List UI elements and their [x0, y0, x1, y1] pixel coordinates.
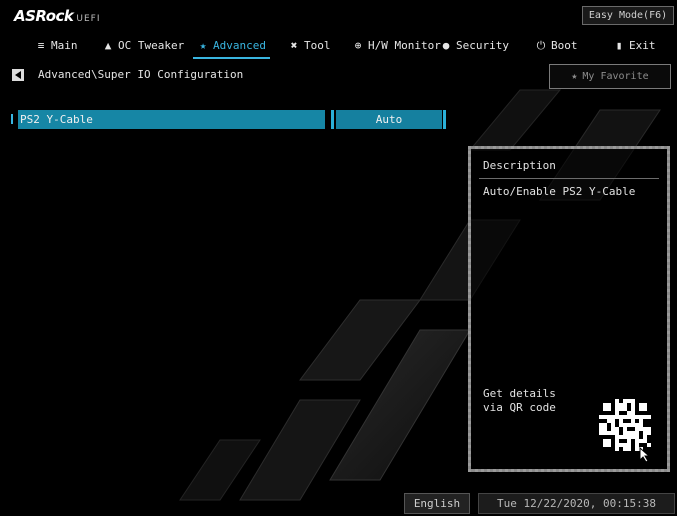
- tab-label: Boot: [551, 39, 578, 52]
- tab-label: Main: [51, 39, 78, 52]
- description-panel: Description Auto/Enable PS2 Y-Cable Get …: [468, 146, 670, 472]
- active-tab-underline: [193, 57, 270, 59]
- language-button[interactable]: English: [404, 493, 470, 514]
- wrench-icon: ✖: [290, 39, 298, 52]
- row-info-marker: [11, 114, 13, 124]
- brand-name: ASRock: [14, 7, 74, 25]
- shield-icon: ●: [442, 39, 450, 52]
- tab-oc-tweaker[interactable]: ▲ OC Tweaker: [102, 36, 185, 56]
- main-menu: ≡ Main ▲ OC Tweaker ★ Advanced ✖ Tool ⊕ H/W M…: [0, 36, 677, 59]
- setting-label: PS2 Y-Cable: [18, 110, 325, 129]
- tab-label: Tool: [304, 39, 331, 52]
- list-icon: ≡: [37, 39, 45, 52]
- tab-security[interactable]: ● Security: [440, 36, 509, 56]
- tab-advanced[interactable]: ★ Advanced: [193, 36, 270, 59]
- rocket-icon: ▲: [104, 39, 112, 52]
- description-text: Auto/Enable PS2 Y-Cable: [483, 185, 636, 198]
- star-icon: ★: [571, 71, 578, 82]
- tab-label: OC Tweaker: [118, 39, 185, 52]
- back-arrow-icon[interactable]: [12, 69, 24, 81]
- mouse-cursor-icon: [639, 447, 651, 463]
- brand-suffix: UEFI: [76, 14, 101, 24]
- date-time-display: Tue 12/22/2020, 00:15:38: [478, 493, 675, 514]
- tab-exit[interactable]: ▮ Exit: [613, 36, 656, 56]
- qr-code: [599, 399, 651, 451]
- easy-mode-button[interactable]: Easy Mode(F6): [582, 6, 674, 25]
- qr-caption: Get details via QR code: [483, 387, 556, 414]
- tab-main[interactable]: ≡ Main: [35, 36, 78, 56]
- tab-label: H/W Monitor: [368, 39, 441, 52]
- asrock-logo: ASRock UEFI: [14, 7, 101, 25]
- description-divider: [479, 178, 659, 179]
- tab-label: Exit: [629, 39, 656, 52]
- exit-icon: ▮: [615, 39, 623, 52]
- description-title: Description: [483, 159, 556, 172]
- star-icon: ★: [199, 39, 207, 52]
- setting-row-ps2-y-cable[interactable]: PS2 Y-Cable Auto: [0, 110, 677, 129]
- monitor-icon: ⊕: [354, 39, 362, 52]
- power-icon: ⏻: [536, 39, 546, 52]
- value-right-edge: [443, 110, 446, 129]
- breadcrumb: Advanced\Super IO Configuration: [38, 68, 244, 81]
- tab-label: Security: [456, 39, 509, 52]
- my-favorite-button[interactable]: ★ My Favorite: [549, 64, 671, 89]
- top-bar: ASRock UEFI Easy Mode(F6): [0, 0, 677, 28]
- value-left-edge: [331, 110, 334, 129]
- tab-boot[interactable]: ⏻ Boot: [535, 36, 578, 56]
- setting-value-dropdown[interactable]: Auto: [336, 110, 442, 129]
- favorite-label: My Favorite: [582, 71, 649, 82]
- tab-label: Advanced: [213, 39, 266, 52]
- tab-tool[interactable]: ✖ Tool: [288, 36, 331, 56]
- status-bar: English Tue 12/22/2020, 00:15:38: [0, 493, 677, 516]
- tab-hw-monitor[interactable]: ⊕ H/W Monitor: [352, 36, 441, 56]
